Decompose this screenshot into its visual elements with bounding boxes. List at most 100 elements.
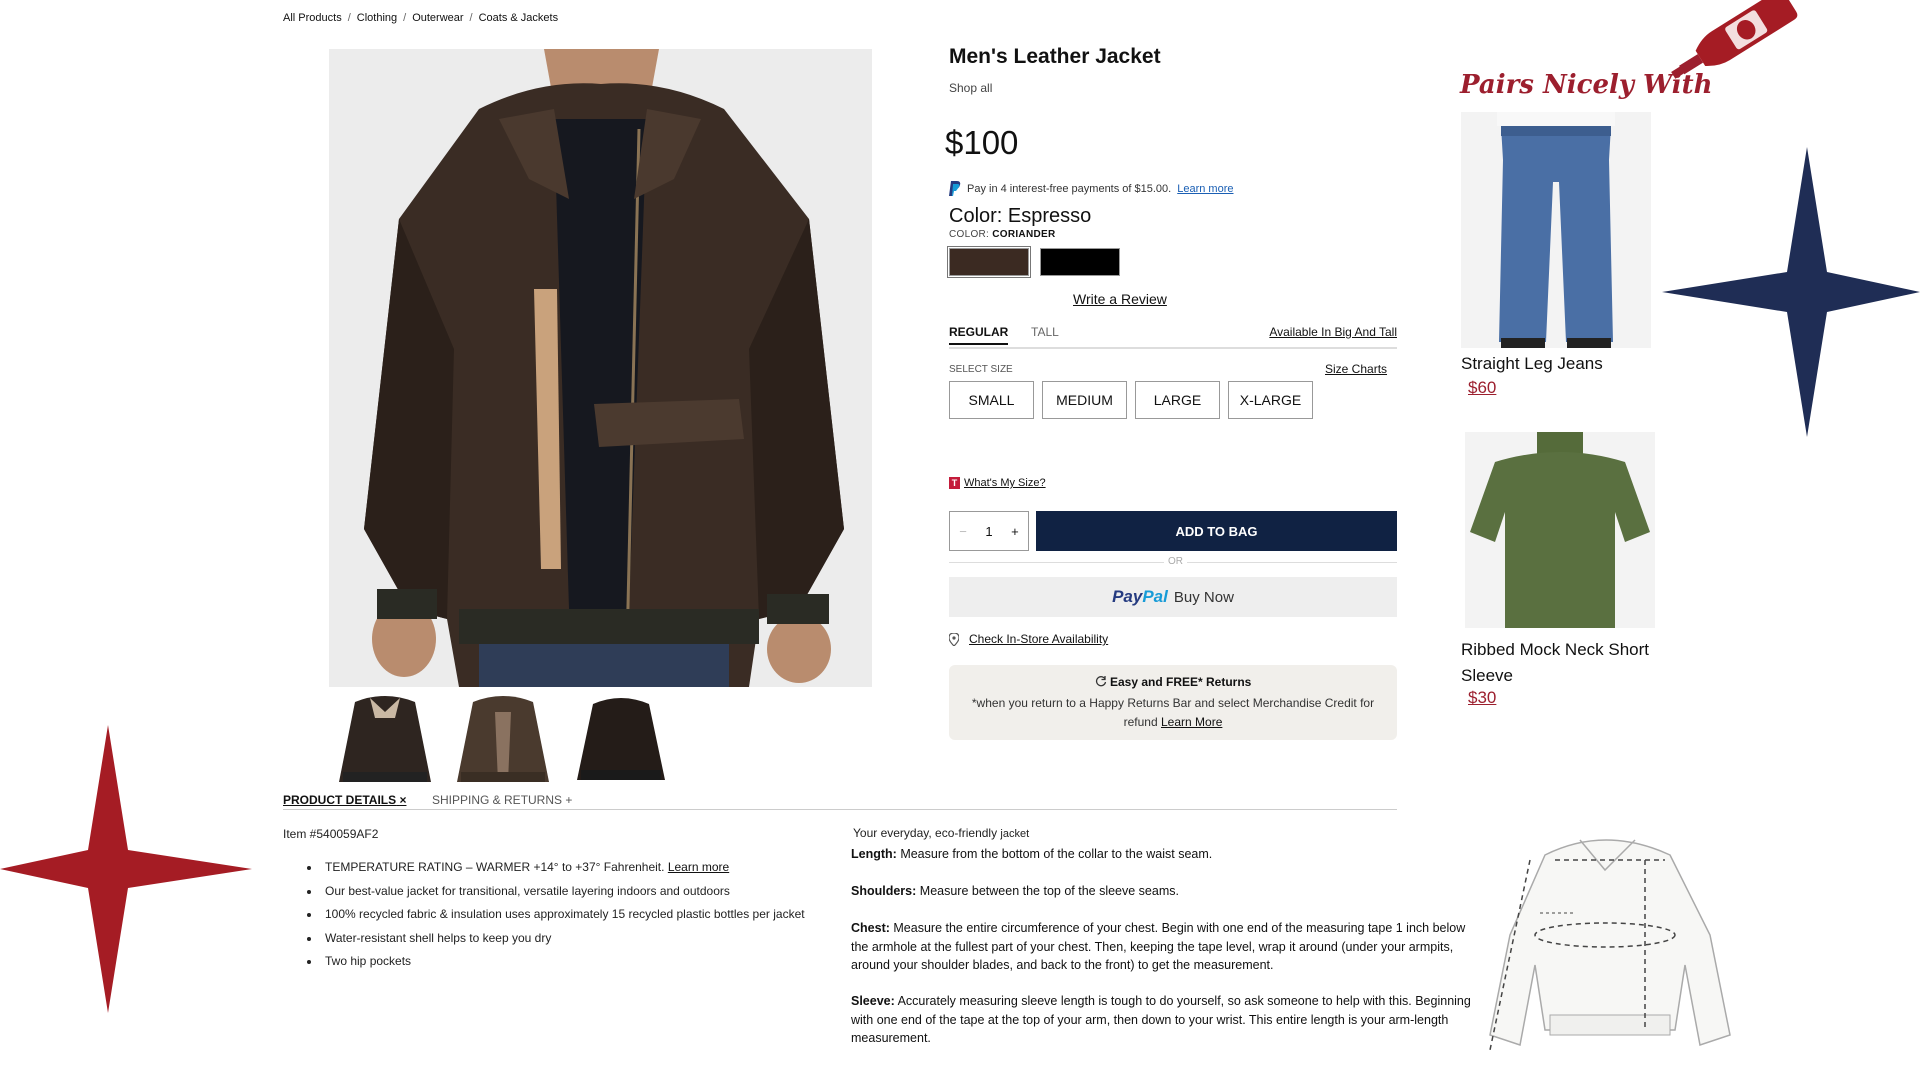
tab-product-details[interactable]: PRODUCT DETAILS × <box>283 793 406 807</box>
size-medium-button[interactable]: MEDIUM <box>1042 381 1127 419</box>
returns-learn-more-link[interactable]: Learn More <box>1161 715 1222 729</box>
fit-tabs: REGULAR TALL Available In Big And Tall <box>949 325 1397 349</box>
check-store-link[interactable]: Check In-Store Availability <box>969 632 1108 646</box>
measure-text: Measure from the bottom of the collar to… <box>900 847 1213 861</box>
measure-length: Length: Measure from the bottom of the c… <box>851 845 1471 864</box>
quantity-decrease-button[interactable]: − <box>959 524 967 539</box>
shop-all-link[interactable]: Shop all <box>949 81 992 95</box>
check-store: Check In-Store Availability <box>949 632 1108 646</box>
product-title: Men's Leather Jacket <box>949 45 1161 68</box>
measure-chest: Chest: Measure the entire circumference … <box>851 919 1471 975</box>
plus-icon: + <box>565 793 573 807</box>
list-item: Water-resistant shell helps to keep you … <box>321 927 861 951</box>
breadcrumb-all-products[interactable]: All Products <box>283 12 342 24</box>
tab-regular[interactable]: REGULAR <box>949 325 1009 345</box>
star-icon-red <box>0 725 252 1013</box>
pairs-nicely-title: Pairs Nicely With <box>1460 70 1713 100</box>
product-main-image[interactable] <box>329 49 872 687</box>
tshirt-icon <box>1465 432 1655 628</box>
breadcrumb-outerwear[interactable]: Outerwear <box>412 12 463 24</box>
tagline-text-2: jacket <box>1000 828 1030 840</box>
tab-product-details-label: PRODUCT DETAILS <box>283 793 397 807</box>
color-subtitle: COLOR: CORIANDER <box>949 229 1056 240</box>
color-subtitle-label: COLOR: <box>949 229 990 240</box>
rec-mock-neck-name[interactable]: Ribbed Mock Neck Short Sleeve <box>1461 637 1691 689</box>
list-item: 100% recycled fabric & insulation uses a… <box>321 903 861 927</box>
list-item: Two hip pockets <box>321 950 861 974</box>
breadcrumb-separator: / <box>347 12 351 24</box>
breadcrumb-separator: / <box>403 12 407 24</box>
true-fit-icon: T <box>949 477 960 489</box>
jeans-image[interactable] <box>1461 112 1651 348</box>
returns-heading-text: Easy and FREE* Returns <box>1109 675 1252 689</box>
measure-sleeve: Sleeve: Accurately measuring sleeve leng… <box>851 992 1471 1048</box>
jacket-thumbnail-icon <box>457 696 549 782</box>
measure-text: Accurately measuring sleeve length is to… <box>851 994 1471 1045</box>
mock-neck-image[interactable] <box>1465 432 1655 628</box>
quantity-value[interactable]: 1 <box>985 524 992 539</box>
location-pin-icon <box>949 632 959 646</box>
returns-banner: Easy and FREE* Returns *when you return … <box>949 665 1397 740</box>
product-tagline: Your everyday, eco-friendly jacket <box>853 826 1029 840</box>
feature-text: TEMPERATURE RATING – WARMER +14° to +37°… <box>325 860 665 874</box>
tab-tall[interactable]: TALL <box>1031 325 1059 339</box>
breadcrumb-coats-jackets[interactable]: Coats & Jackets <box>479 12 558 24</box>
big-and-tall-link[interactable]: Available In Big And Tall <box>1269 325 1397 339</box>
feature-list: TEMPERATURE RATING – WARMER +14° to +37°… <box>283 856 861 974</box>
size-options: SMALL MEDIUM LARGE X-LARGE <box>949 381 1313 419</box>
size-charts-link[interactable]: Size Charts <box>1325 362 1387 376</box>
whats-my-size-link[interactable]: What's My Size? <box>964 477 1046 489</box>
thumbnail-strip <box>335 692 671 789</box>
measure-label: Chest: <box>851 921 890 935</box>
breadcrumb: All Products / Clothing / Outerwear / Co… <box>283 12 558 24</box>
paypal-logo: PayPal <box>1112 587 1168 607</box>
swatch-black[interactable] <box>1040 248 1120 276</box>
color-swatches <box>947 246 1120 278</box>
paypal-buy-now-button[interactable]: PayPal Buy Now <box>949 577 1397 617</box>
leather-jacket-illustration <box>329 49 872 687</box>
swatch-espresso[interactable] <box>947 246 1031 278</box>
rec-mock-neck-price[interactable]: $30 <box>1468 688 1496 708</box>
paypal-learn-more-link[interactable]: Learn more <box>1177 183 1233 195</box>
add-to-bag-button[interactable]: ADD TO BAG <box>1036 511 1397 551</box>
thumbnail-front[interactable] <box>335 692 435 789</box>
measure-label: Sleeve: <box>851 994 895 1008</box>
list-item: TEMPERATURE RATING – WARMER +14° to +37°… <box>321 856 861 880</box>
returns-body: *when you return to a Happy Returns Bar … <box>949 694 1397 732</box>
size-large-button[interactable]: LARGE <box>1135 381 1220 419</box>
select-size-label: SELECT SIZE <box>949 364 1013 375</box>
breadcrumb-clothing[interactable]: Clothing <box>357 12 397 24</box>
measure-text: Measure the entire circumference of your… <box>851 921 1466 972</box>
jacket-thumbnail-icon <box>339 696 431 782</box>
tab-shipping-returns[interactable]: SHIPPING & RETURNS + <box>432 793 572 807</box>
paypal-icon <box>949 181 961 196</box>
list-item: Our best-value jacket for transitional, … <box>321 880 861 904</box>
quantity-increase-button[interactable]: + <box>1011 524 1019 539</box>
rec-jeans-name[interactable]: Straight Leg Jeans <box>1461 354 1603 374</box>
paypal-installment: Pay in 4 interest-free payments of $15.0… <box>949 181 1234 196</box>
item-number: Item #540059AF2 <box>283 827 379 841</box>
breadcrumb-separator: / <box>469 12 473 24</box>
paypal-logo-pay: Pay <box>1112 587 1143 606</box>
measure-label: Shoulders: <box>851 884 917 898</box>
refresh-icon <box>1095 676 1106 687</box>
temperature-learn-more-link[interactable]: Learn more <box>668 860 729 874</box>
paypal-logo-pal: Pal <box>1142 587 1168 606</box>
size-xlarge-button[interactable]: X-LARGE <box>1228 381 1313 419</box>
or-label: OR <box>1164 556 1187 567</box>
thumbnail-open[interactable] <box>453 692 553 789</box>
star-icon-navy <box>1662 147 1920 437</box>
detail-tabs: PRODUCT DETAILS × SHIPPING & RETURNS + <box>283 793 1397 810</box>
color-subtitle-value: CORIANDER <box>992 229 1056 240</box>
rec-jeans-price[interactable]: $60 <box>1468 378 1496 398</box>
paypal-installment-text: Pay in 4 interest-free payments of $15.0… <box>967 182 1172 195</box>
whats-my-size[interactable]: T What's My Size? <box>949 477 1046 489</box>
size-small-button[interactable]: SMALL <box>949 381 1034 419</box>
thumbnail-back[interactable] <box>571 692 671 789</box>
product-price: $100 <box>945 124 1019 161</box>
write-review-link[interactable]: Write a Review <box>1073 291 1167 307</box>
measure-label: Length: <box>851 847 897 861</box>
close-icon: × <box>399 793 407 807</box>
tab-shipping-returns-label: SHIPPING & RETURNS <box>432 793 563 807</box>
measurement-diagram <box>1489 839 1731 1051</box>
